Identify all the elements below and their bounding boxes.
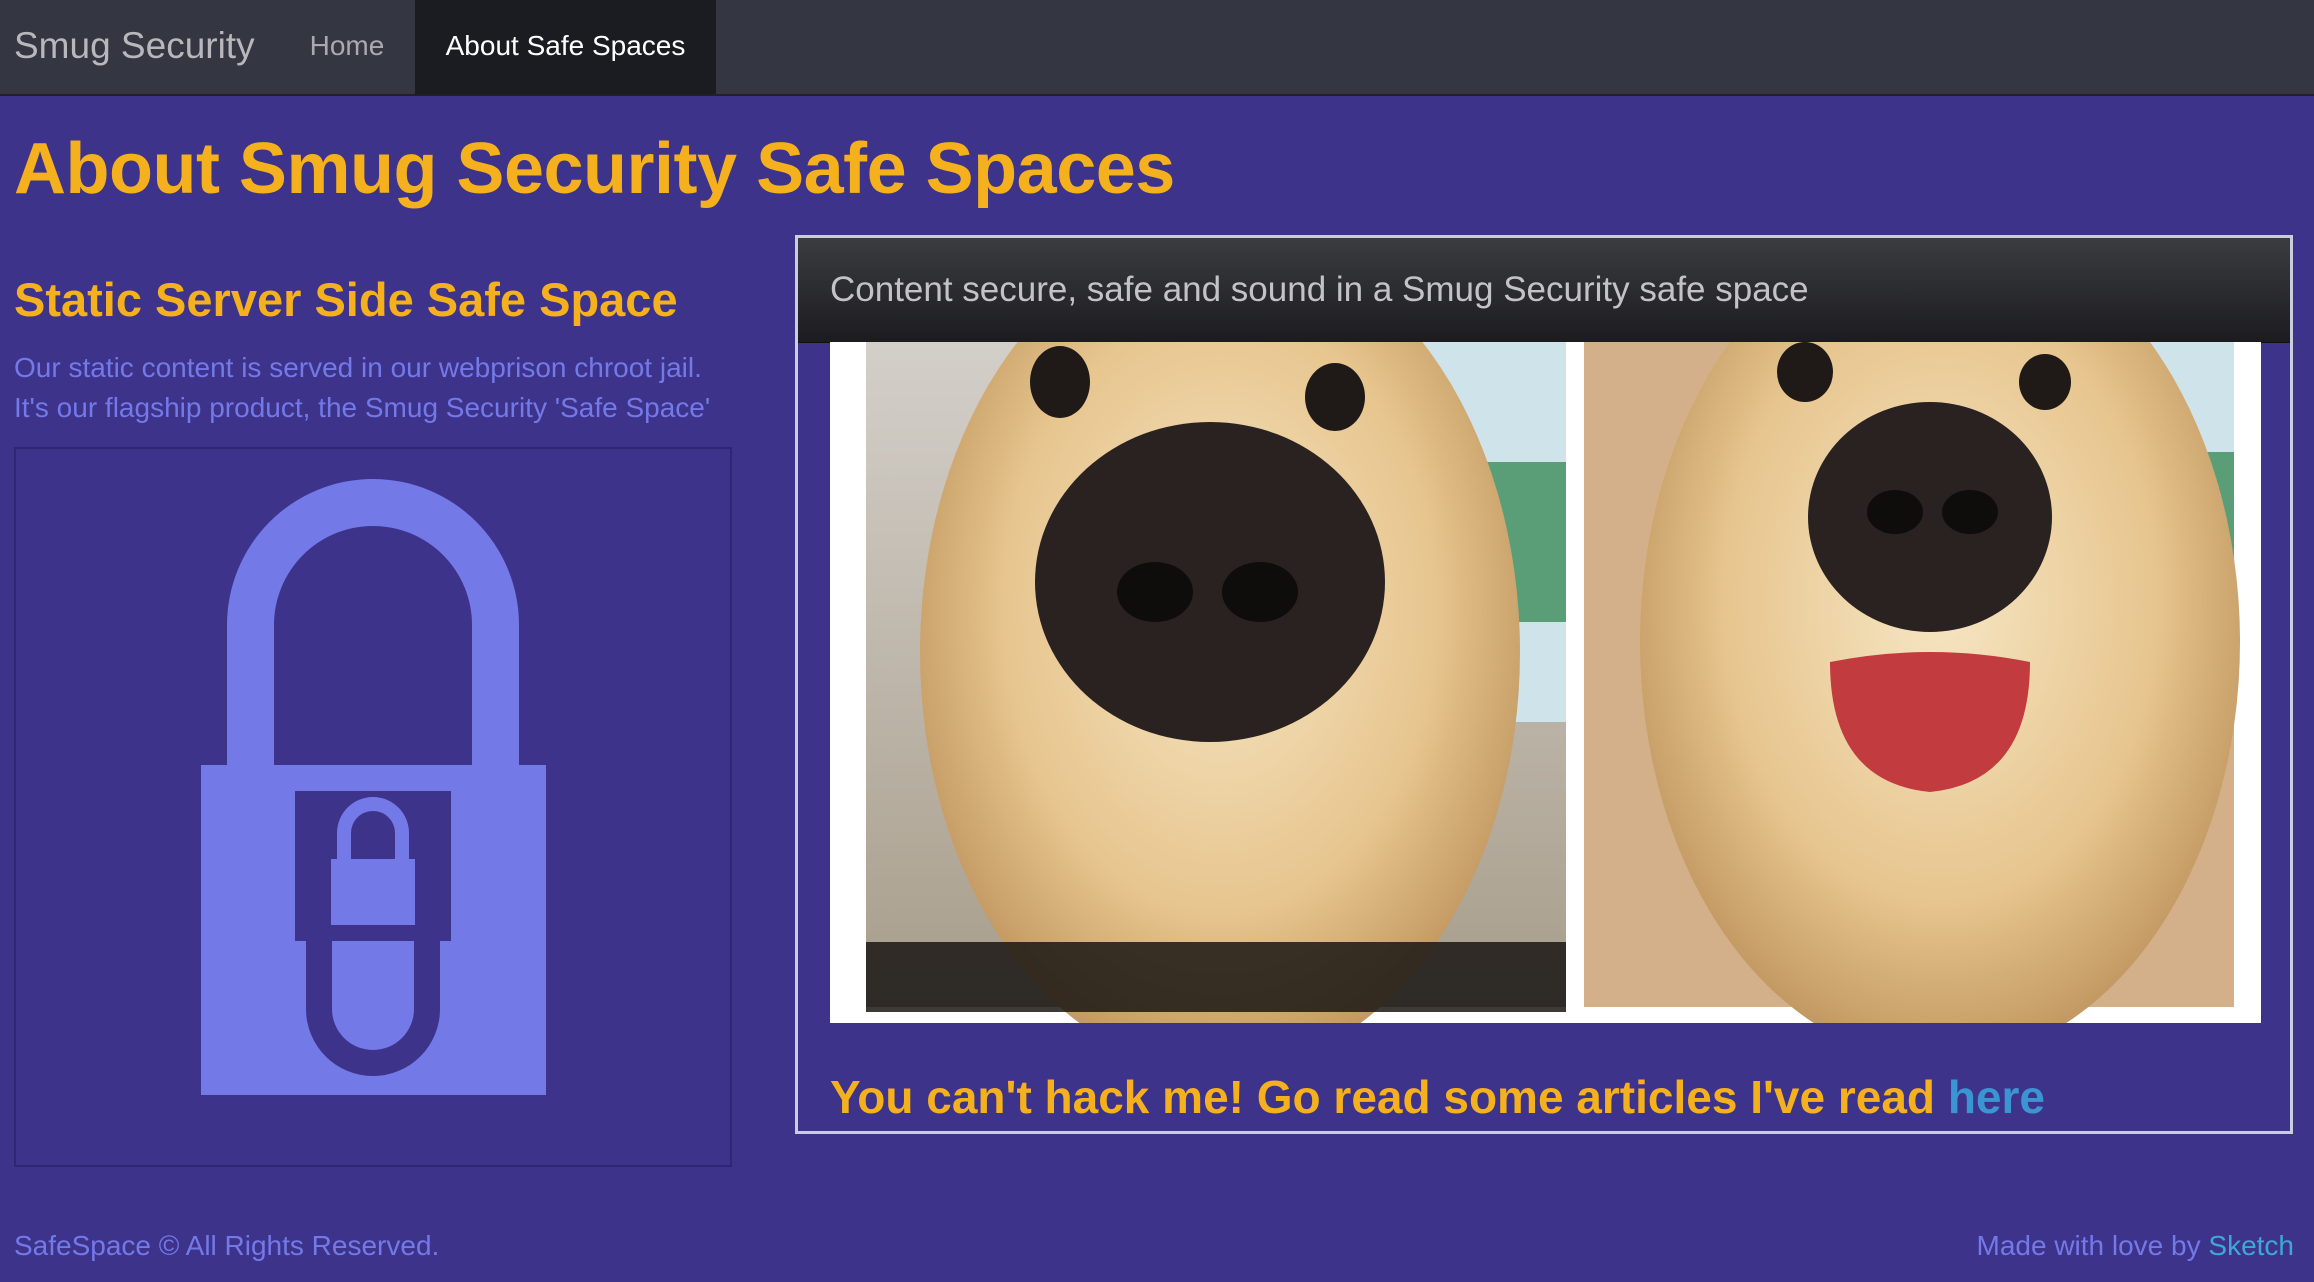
brand-link[interactable]: Smug Security xyxy=(14,0,255,94)
safe-space-panel: Content secure, safe and sound in a Smug… xyxy=(795,235,2293,1134)
nav-home[interactable]: Home xyxy=(284,0,410,94)
footer-credit-text: Made with love by xyxy=(1976,1230,2209,1261)
cta-text: You can't hack me! Go read some articles… xyxy=(830,1070,2045,1124)
cta-message: You can't hack me! Go read some articles… xyxy=(830,1071,1948,1123)
footer-copyright: SafeSpace © All Rights Reserved. xyxy=(14,1230,440,1261)
description-line: Our static content is served in our webp… xyxy=(14,352,702,383)
panel-heading: Content secure, safe and sound in a Smug… xyxy=(798,238,2290,343)
padlock-icon xyxy=(201,479,546,1095)
top-navbar: Smug Security Home About Safe Spaces xyxy=(0,0,2314,96)
sketch-link[interactable]: Sketch xyxy=(2208,1230,2294,1261)
panel-heading-text: Content secure, safe and sound in a Smug… xyxy=(830,270,1809,309)
puppy-photo xyxy=(830,342,2261,1023)
section-description: Our static content is served in our webp… xyxy=(14,348,774,428)
articles-here-link[interactable]: here xyxy=(1948,1071,2045,1123)
nav-about-safe-spaces[interactable]: About Safe Spaces xyxy=(415,0,716,94)
puppy-photo-icon xyxy=(866,342,2240,1023)
padlock-image xyxy=(14,447,732,1167)
footer-credit: Made with love by Sketch xyxy=(1977,1230,2295,1262)
section-title: Static Server Side Safe Space xyxy=(14,273,678,326)
description-line: It's our flagship product, the Smug Secu… xyxy=(14,392,711,423)
page-title: About Smug Security Safe Spaces xyxy=(14,129,1175,209)
